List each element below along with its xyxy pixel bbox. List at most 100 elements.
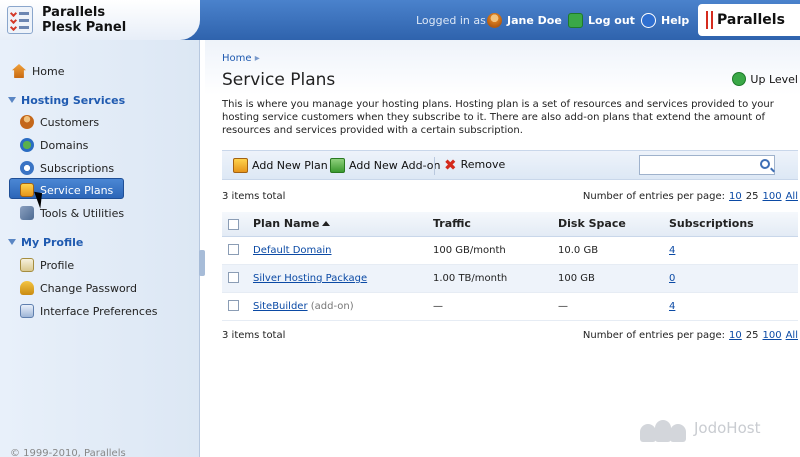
pager-option-all[interactable]: All (786, 191, 798, 202)
plan-name-cell: Default Domain (247, 236, 427, 265)
traffic-cell: 100 GB/month (427, 236, 552, 265)
addon-suffix: (add-on) (310, 300, 354, 312)
plan-name-cell: Silver Hosting Package (247, 264, 427, 293)
breadcrumb-separator-icon: ▸ (254, 53, 260, 64)
sidebar-item-subscriptions[interactable]: Subscriptions (20, 161, 114, 175)
watermark: JodoHost (640, 414, 760, 442)
sidebar-item-service-plans[interactable]: Service Plans (20, 183, 113, 197)
pager-option-all[interactable]: All (786, 330, 798, 341)
items-total-bottom: 3 items total (222, 330, 286, 341)
product-logo[interactable]: Parallels Plesk Panel (0, 0, 200, 40)
sidebar-item-domains[interactable]: Domains (20, 138, 88, 152)
column-header-disk-space[interactable]: Disk Space (552, 212, 663, 237)
up-level-button[interactable]: Up Level (732, 72, 798, 86)
subscriptions-cell: 4 (663, 236, 798, 265)
add-addon-icon (330, 158, 345, 173)
sidebar-item-interface-preferences[interactable]: Interface Preferences (20, 304, 157, 318)
subscriptions-cell: 4 (663, 292, 798, 321)
logged-in-label: Logged in as (416, 13, 486, 27)
disk-space-cell: — (552, 292, 663, 321)
interface-preferences-icon (20, 304, 34, 318)
column-header-traffic[interactable]: Traffic (427, 212, 552, 237)
sidebar-group-my-profile[interactable]: My Profile (8, 236, 83, 249)
collapse-arrow-icon (8, 239, 16, 245)
pager-option-25: 25 (745, 191, 759, 202)
add-new-addon-button[interactable]: Add New Add-on (330, 158, 440, 173)
sidebar-item-home[interactable]: Home (12, 64, 64, 78)
pager-option-100[interactable]: 100 (763, 330, 782, 341)
plan-name-cell: SiteBuilder (add-on) (247, 292, 427, 321)
user-link[interactable]: Jane Doe (487, 0, 562, 40)
help-link[interactable]: Help (641, 0, 689, 40)
subscriptions-cell: 0 (663, 264, 798, 293)
toolbar-separator (434, 157, 435, 175)
traffic-cell: — (427, 292, 552, 321)
collapse-arrow-icon (8, 97, 16, 103)
plan-name-link[interactable]: SiteBuilder (253, 301, 308, 312)
sidebar-item-tools-utilities[interactable]: Tools & Utilities (20, 206, 124, 220)
subscriptions-link[interactable]: 0 (669, 273, 675, 284)
pager-option-10[interactable]: 10 (729, 191, 742, 202)
entries-per-page: Number of entries per page: 10 25 100 Al… (582, 191, 798, 202)
page-description: This is where you manage your hosting pl… (222, 99, 774, 136)
parallels-bars-icon (706, 11, 713, 29)
main-content: Home ▸ Service Plans Up Level This is wh… (205, 40, 800, 457)
disk-space-cell: 10.0 GB (552, 236, 663, 265)
customers-icon (20, 115, 34, 129)
tools-icon (20, 206, 34, 220)
row-checkbox[interactable] (228, 244, 239, 256)
plan-name-link[interactable]: Silver Hosting Package (253, 273, 367, 284)
subscriptions-icon (20, 161, 34, 175)
search-icon[interactable] (760, 159, 770, 169)
row-select-cell (222, 236, 247, 265)
pager-option-25: 25 (745, 330, 759, 341)
user-icon (487, 12, 502, 28)
toolbar: Add New Plan Add New Add-on ✖ Remove (222, 150, 798, 180)
service-plans-icon (20, 183, 34, 197)
page-title: Service Plans (222, 70, 336, 90)
table-header-row: Plan Name Traffic Disk Space Subscriptio… (222, 212, 798, 237)
sidebar-item-profile[interactable]: Profile (20, 258, 74, 272)
select-all-cell (222, 212, 247, 237)
column-header-subscriptions[interactable]: Subscriptions (663, 212, 798, 237)
plan-name-link[interactable]: Default Domain (253, 245, 332, 256)
subscriptions-link[interactable]: 4 (669, 245, 675, 256)
search-input[interactable] (639, 155, 775, 175)
row-checkbox[interactable] (228, 272, 239, 284)
product-name: Parallels Plesk Panel (42, 5, 127, 35)
logout-icon (568, 12, 583, 28)
sidebar-group-hosting-services[interactable]: Hosting Services (8, 94, 125, 107)
domains-icon (20, 138, 34, 152)
top-header: Parallels Plesk Panel Logged in as Jane … (0, 0, 800, 40)
plesk-logo-icon (7, 6, 33, 34)
table-row: Silver Hosting Package 1.00 TB/month 100… (222, 264, 798, 293)
row-checkbox[interactable] (228, 300, 239, 312)
pager-option-10[interactable]: 10 (729, 330, 742, 341)
breadcrumb: Home ▸ (222, 53, 260, 64)
profile-icon (20, 258, 34, 272)
traffic-cell: 1.00 TB/month (427, 264, 552, 293)
table-row: Default Domain 100 GB/month 10.0 GB 4 (222, 236, 798, 265)
service-plans-table: Plan Name Traffic Disk Space Subscriptio… (222, 212, 798, 321)
watermark-people-icon (640, 414, 688, 442)
help-icon (641, 12, 656, 28)
subscriptions-link[interactable]: 4 (669, 301, 675, 312)
select-all-checkbox[interactable] (228, 218, 239, 230)
disk-space-cell: 100 GB (552, 264, 663, 293)
parallels-brand-logo: Parallels (698, 4, 800, 36)
sort-ascending-icon (322, 221, 331, 227)
row-select-cell (222, 264, 247, 293)
row-select-cell (222, 292, 247, 321)
up-level-icon (732, 72, 747, 86)
pager-option-100[interactable]: 100 (763, 191, 782, 202)
logout-link[interactable]: Log out (568, 0, 635, 40)
remove-button[interactable]: ✖ Remove (444, 157, 505, 172)
table-row: SiteBuilder (add-on) — — 4 (222, 292, 798, 321)
breadcrumb-home-link[interactable]: Home (222, 53, 252, 64)
add-plan-icon (233, 158, 248, 173)
sidebar-item-change-password[interactable]: Change Password (20, 281, 137, 295)
sidebar-item-customers[interactable]: Customers (20, 115, 99, 129)
copyright-text: © 1999-2010, Parallels (10, 448, 126, 457)
add-new-plan-button[interactable]: Add New Plan (233, 158, 328, 173)
column-header-plan-name[interactable]: Plan Name (247, 212, 427, 237)
